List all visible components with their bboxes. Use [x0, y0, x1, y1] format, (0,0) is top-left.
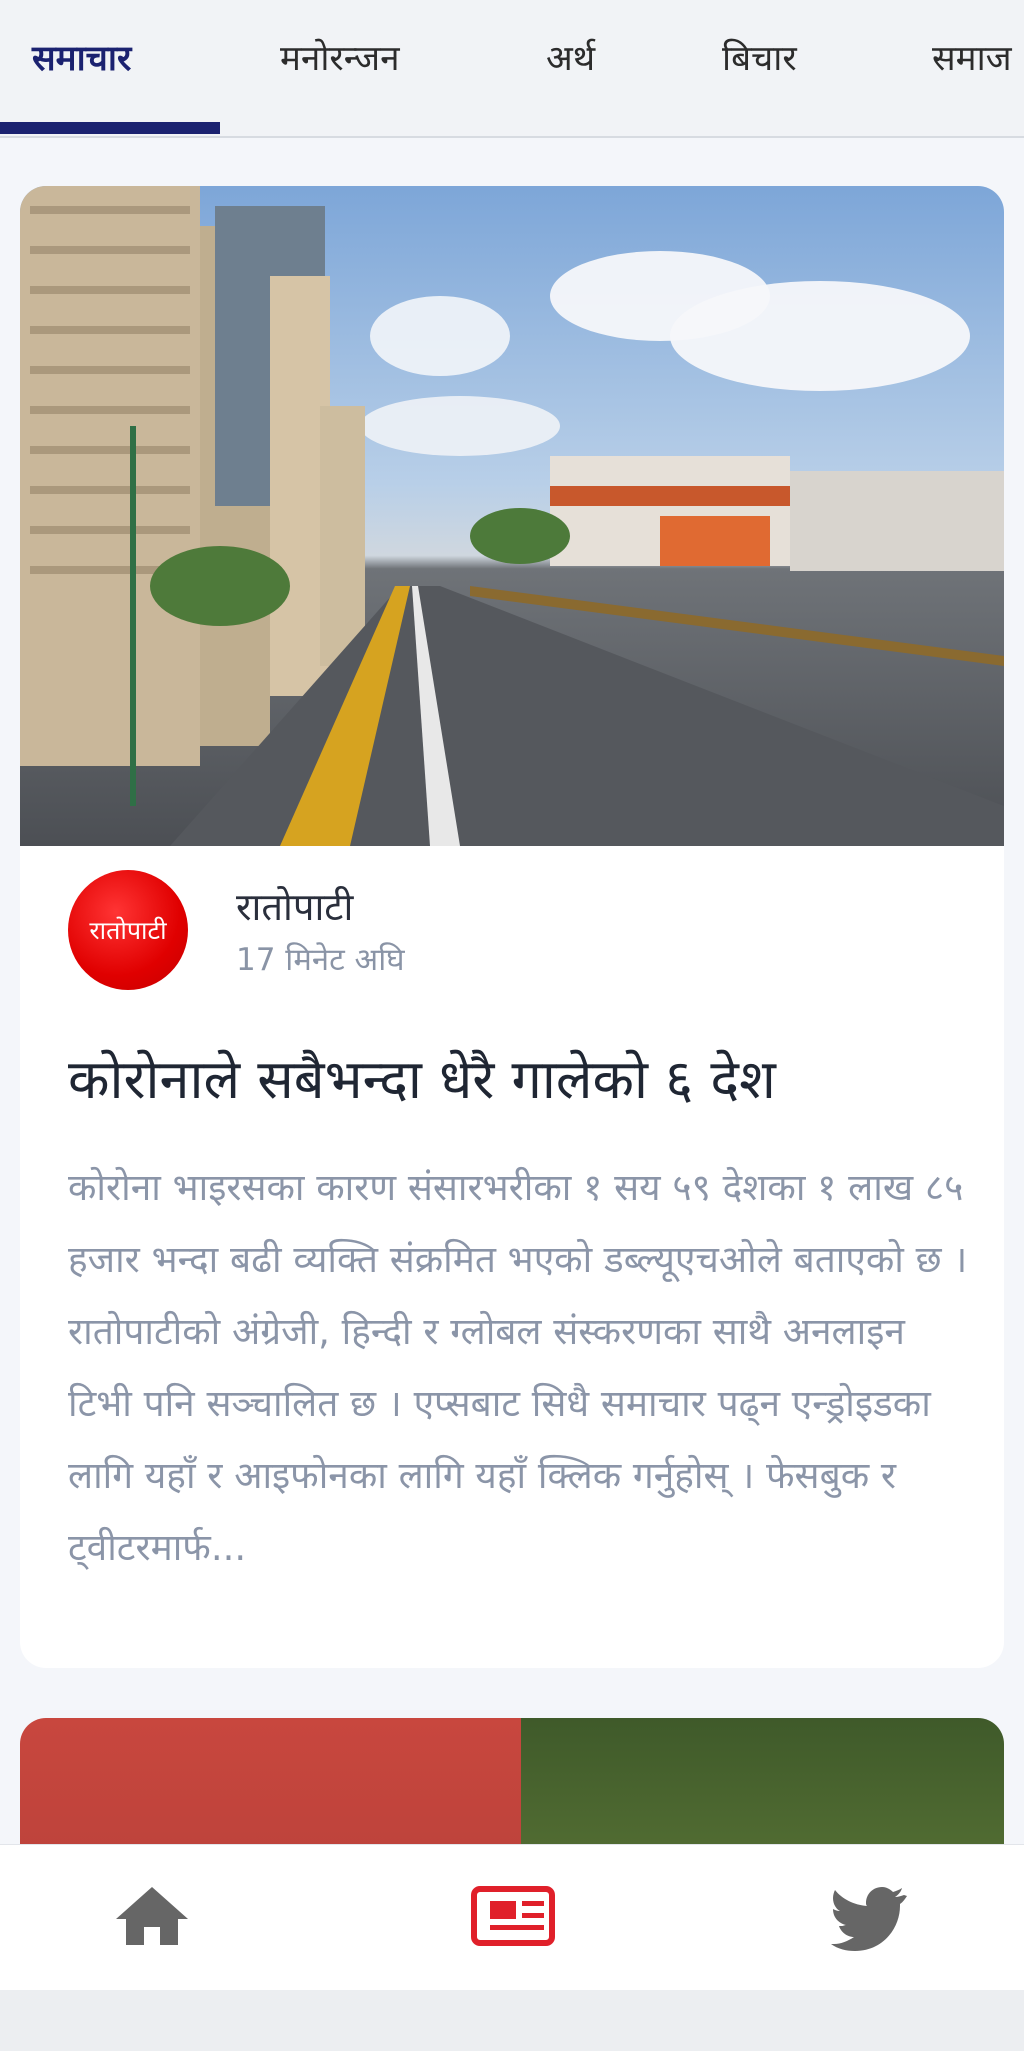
- tab-economy[interactable]: अर्थ: [546, 34, 595, 81]
- home-icon[interactable]: [112, 1881, 192, 1951]
- top-tab-bar: समाचार मनोरन्जन अर्थ बिचार समाज: [0, 0, 1024, 138]
- publish-time: 17 मिनेट अघि: [236, 942, 405, 978]
- twitter-icon[interactable]: [830, 1881, 910, 1951]
- bottom-navigation: [0, 1844, 1024, 1991]
- tab-opinion[interactable]: बिचार: [722, 34, 797, 81]
- active-tab-indicator: [0, 122, 220, 134]
- tab-entertainment[interactable]: मनोरन्जन: [280, 34, 400, 81]
- source-logo: रातोपाटी: [89, 916, 167, 945]
- source-avatar[interactable]: रातोपाटी: [68, 870, 188, 990]
- article-headline[interactable]: कोरोनाले सबैभन्दा धेरै गालेको ६ देश: [68, 1048, 968, 1113]
- article-card[interactable]: रातोपाटी रातोपाटी 17 मिनेट अघि कोरोनाले …: [20, 186, 1004, 1668]
- newspaper-icon[interactable]: [468, 1881, 555, 1951]
- article-image: [20, 186, 1004, 846]
- system-navigation-bar: [0, 1990, 1024, 2051]
- article-excerpt: कोरोना भाइरसका कारण संसारभरीका १ सय ५९ द…: [68, 1166, 968, 1569]
- source-name[interactable]: रातोपाटी: [236, 880, 353, 932]
- tab-news[interactable]: समाचार: [32, 34, 131, 81]
- tab-society[interactable]: समाज: [932, 34, 1012, 81]
